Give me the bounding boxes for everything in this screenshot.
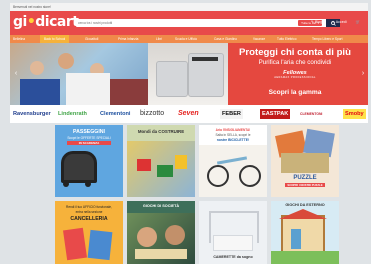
site-logo[interactable]: gi•dicart [13,14,79,30]
hero-cta-button[interactable]: Scopri la gamma [238,89,352,96]
hero-subtitle: Purifica l'aria che condividi [258,59,332,66]
nav-item-0[interactable]: Bellelina [13,35,25,43]
brand-bizzotto[interactable]: bizzotto [140,109,164,119]
tile-puzzle-title: PUZZLE [293,175,317,181]
nav-item-2[interactable]: Giocattoli [85,35,98,43]
brand-seven[interactable]: Seven [178,109,199,119]
nav-item-3[interactable]: Prima Infanzia [118,35,138,43]
nav-item-7[interactable]: Vacanze [253,35,265,43]
brand-eastpak[interactable]: EASTPAK [260,109,291,119]
logo-text-a: gi [13,14,27,30]
tile-passeggini-sub: Scopri le OFFERTE SPECIALI [67,136,111,140]
brand-smoby[interactable]: Smoby [343,109,366,119]
main-nav: Bellelina Back to School Giocattoli Prim… [10,35,368,43]
tile-societa[interactable]: GIOCHI DI SOCIETÀ [127,201,195,264]
nav-item-5[interactable]: Scuola e Ufficio [175,35,197,43]
brand-clementoni-2[interactable]: CLEMENTONI [300,109,322,119]
search-bar: Tutte le cat. ▾ [76,19,340,27]
tile-passeggini-badge: IN SCADENZA [67,141,111,145]
category-grid: PASSEGGINI Scopri le OFFERTE SPECIALI IN… [10,123,368,264]
tile-societa-title: GIOCHI DI SOCIETÀ [142,204,180,208]
hero-brand-sub: AERAMAX PROFESSIONAL [274,76,316,79]
tile-bici-line2: Salta in SELLA, scopri le [215,133,251,137]
account-link[interactable]: ☺ Accedi [331,20,346,24]
tile-bici-line3: nostre BICICLETTE! [216,138,250,142]
tile-cancelleria-line1: Rendi il tuo UFFICIO funzionale, [66,205,112,209]
nav-item-9[interactable]: Tempo Libero e Sport [312,35,342,43]
cart-icon[interactable]: 🛒 [356,20,360,24]
tile-costruire[interactable]: Mondi da COSTRUIRE [127,125,195,197]
tile-puzzle-sub: SCOPRI I NOSTRI PUZZLE [285,183,325,187]
hero-next-arrow[interactable]: › [360,70,366,78]
blog-link[interactable]: ✎ Blog [311,20,322,24]
logo-text-c: dicart [35,14,79,30]
tile-cancelleria-line2: entra nella sezione [75,210,103,214]
hero-text: Proteggi chi conta di più Purifica l'ari… [222,43,368,105]
tile-costruire-title: Mondi da COSTRUIRE [137,129,185,134]
nav-item-4[interactable]: Libri [156,35,162,43]
tile-passeggini[interactable]: PASSEGGINI Scopri le OFFERTE SPECIALI IN… [55,125,123,197]
hero-classroom-photo [10,43,148,105]
header-links: ✎ Blog ☺ Accedi 🛒 [303,20,360,24]
brand-ravensburger[interactable]: Ravensburger [13,109,51,119]
air-purifier-image [148,43,228,105]
hero-prev-arrow[interactable]: ‹ [13,70,19,78]
nav-item-6[interactable]: Casa e Giardino [214,35,237,43]
brand-feber[interactable]: FEBER [220,109,243,119]
tile-cancelleria-title: CANCELLERIA [70,216,108,222]
nav-item-1[interactable]: Back to School [40,35,70,43]
tile-bici[interactable]: Aria l'INSIGLIAMENTA! Salta in SELLA, sc… [199,125,267,197]
tile-bici-line1: Aria l'INSIGLIAMENTA! [215,128,251,132]
hero-banner[interactable]: Proteggi chi conta di più Purifica l'ari… [10,43,368,105]
hero-title: Proteggi chi conta di più [239,47,351,58]
tile-puzzle[interactable]: PUZZLE SCOPRI I NOSTRI PUZZLE [271,125,339,197]
browser-viewport: Benvenuti nel nostro store! gi•dicart Tu… [0,0,371,264]
webpage: Benvenuti nel nostro store! gi•dicart Tu… [10,3,368,264]
search-input[interactable] [78,19,258,27]
logo-dot: • [26,14,36,30]
brand-clementoni[interactable]: Clementoni [100,109,130,119]
tile-esterno-title: GIOCHI DA ESTERNO [285,203,325,207]
nav-item-8[interactable]: Tutto Elettrico [277,35,297,43]
tile-cancelleria[interactable]: Rendi il tuo UFFICIO funzionale, entra n… [55,201,123,264]
brand-strip: Ravensburger Lindenrath Clementoni bizzo… [10,107,368,121]
site-header: gi•dicart Tutte le cat. ▾ ✎ Blog ☺ Acced… [10,11,368,35]
tile-esterno[interactable]: GIOCHI DA ESTERNO [271,201,339,264]
tile-passeggini-title: PASSEGGINI [73,129,105,135]
top-strip: Benvenuti nel nostro store! [10,3,368,11]
tile-camerette[interactable]: CAMERETTE da sogno [199,201,267,264]
tile-camerette-title: CAMERETTE da sogno [213,255,253,259]
brand-lindenrath[interactable]: Lindenrath [58,109,87,119]
